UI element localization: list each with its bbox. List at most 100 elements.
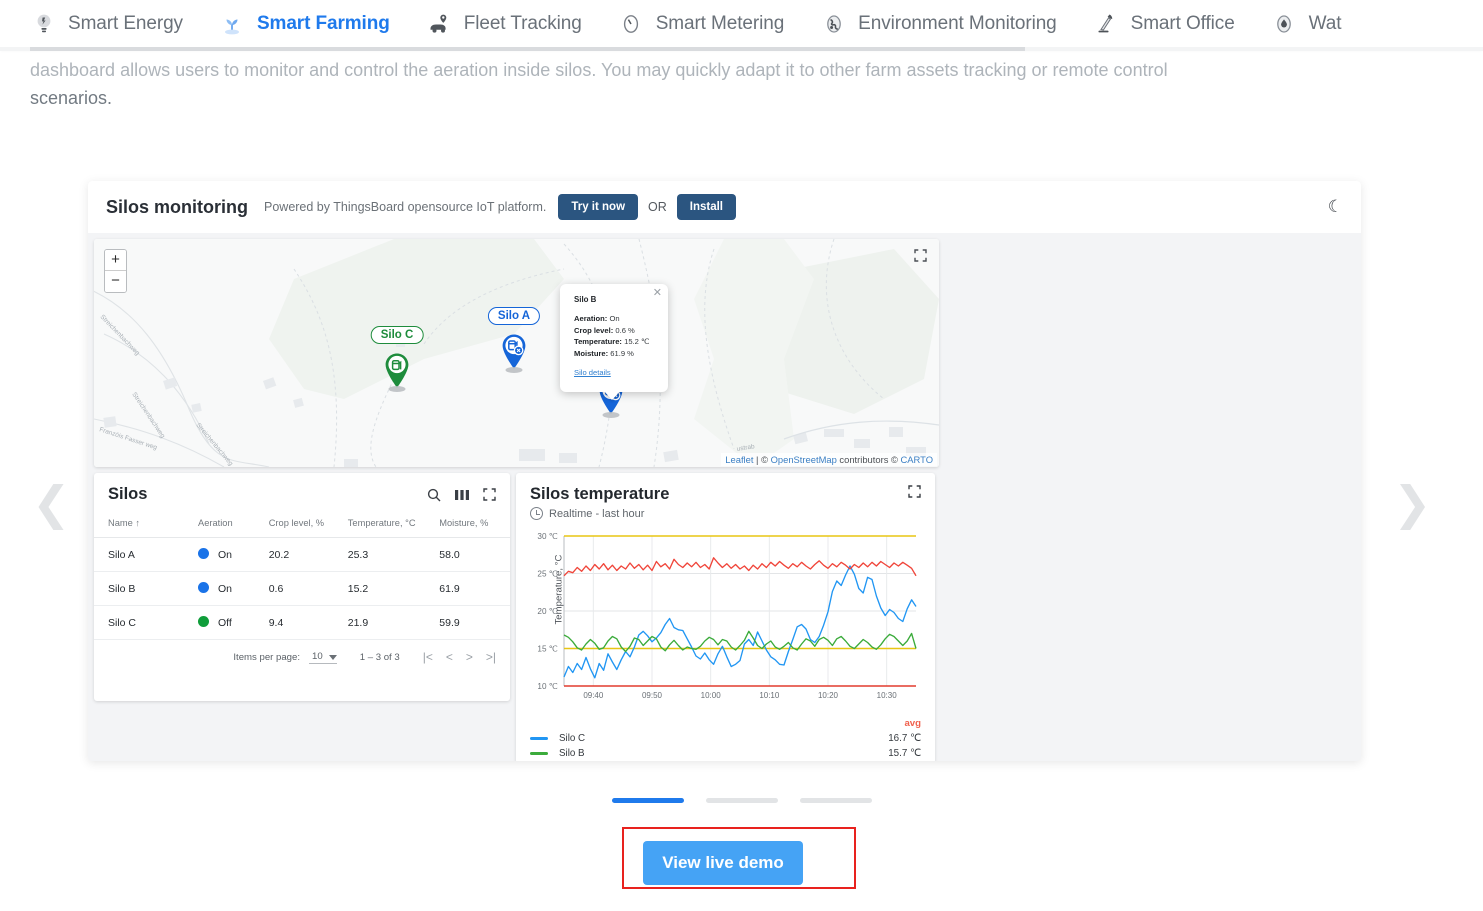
chevron-left-icon[interactable]: ❮ bbox=[32, 478, 71, 530]
map-zoom-out-button[interactable]: − bbox=[105, 271, 126, 292]
close-icon[interactable]: ✕ bbox=[653, 286, 662, 299]
carousel-dot-1[interactable] bbox=[611, 798, 684, 803]
nav-item-fleet-tracking[interactable]: Fleet Tracking bbox=[426, 11, 582, 38]
cell-crop-level: 9.4 bbox=[268, 605, 348, 640]
search-icon[interactable] bbox=[427, 488, 441, 502]
legend-item[interactable]: Silo C 16.7 ℃ bbox=[530, 731, 921, 746]
map-widget[interactable]: Streichenbachweg Streichenbachweg Streic… bbox=[94, 239, 939, 467]
nav-item-smart-metering[interactable]: Smart Metering bbox=[618, 11, 784, 38]
items-per-page-label: Items per page: bbox=[233, 651, 301, 663]
cell-aeration: On bbox=[198, 537, 269, 572]
map-zoom-in-button[interactable]: + bbox=[105, 250, 126, 271]
silo-details-link[interactable]: Silo details bbox=[574, 368, 611, 377]
svg-text:15 ℃: 15 ℃ bbox=[537, 645, 558, 654]
fullscreen-icon[interactable] bbox=[483, 487, 496, 502]
svg-text:10:10: 10:10 bbox=[759, 691, 780, 700]
page-root: Smart Energy Smart Farming Fleet Trackin… bbox=[0, 0, 1483, 911]
map-marker-silo-a[interactable]: Silo A bbox=[487, 307, 541, 373]
silo-pin-icon bbox=[382, 352, 412, 392]
chart-title: Silos temperature bbox=[530, 485, 670, 503]
dashboard-header: Silos monitoring Powered by ThingsBoard … bbox=[88, 181, 1361, 233]
popup-key: Aeration: bbox=[574, 314, 608, 323]
silos-col-name[interactable]: Name ↑ bbox=[94, 518, 198, 538]
clock-icon bbox=[530, 507, 543, 520]
map-marker-label: Silo A bbox=[487, 307, 541, 325]
carousel-dot-3[interactable] bbox=[799, 798, 872, 803]
map-popup-silo-b[interactable]: ✕ Silo B Aeration: On Crop level: 0.6 % … bbox=[560, 284, 668, 401]
table-row[interactable]: Silo C Off 9.4 21.9 59.9 bbox=[94, 605, 510, 640]
globe-icon bbox=[820, 11, 847, 38]
columns-icon[interactable] bbox=[455, 488, 469, 502]
carousel-dots bbox=[0, 798, 1483, 803]
top-navigation-bar: Smart Energy Smart Farming Fleet Trackin… bbox=[0, 0, 1483, 48]
sprout-icon bbox=[219, 11, 246, 38]
legend-avg-value: 16.7 ℃ bbox=[888, 733, 921, 744]
aeration-status-dot bbox=[198, 548, 209, 559]
silo-pin-icon bbox=[499, 333, 529, 373]
map-zoom-controls[interactable]: + − bbox=[104, 249, 127, 293]
aeration-label: On bbox=[218, 583, 233, 595]
horizontal-scroll-thumb[interactable] bbox=[30, 47, 1025, 51]
aeration-label: Off bbox=[218, 617, 232, 629]
powered-by-text: Powered by ThingsBoard opensource IoT pl… bbox=[264, 200, 547, 214]
map-attribution: Leaflet | © OpenStreetMap contributors ©… bbox=[721, 453, 937, 466]
first-page-button[interactable]: |< bbox=[421, 650, 435, 664]
moon-icon[interactable]: ☾ bbox=[1328, 197, 1343, 217]
svg-text:09:40: 09:40 bbox=[583, 691, 604, 700]
silos-temperature-chart-widget: Silos temperature Realtime - last hour T… bbox=[516, 473, 935, 761]
table-row[interactable]: Silo A On 20.2 25.3 58.0 bbox=[94, 537, 510, 572]
dashboard-body: Streichenbachweg Streichenbachweg Streic… bbox=[88, 233, 1361, 761]
view-live-demo-button[interactable]: View live demo bbox=[643, 841, 803, 885]
nav-item-label: Smart Office bbox=[1130, 13, 1235, 34]
temperature-plot-area: Temperature, °C 10 ℃ 15 ℃ 20 ℃ 25 ℃ 30 ℃ 09:4… bbox=[530, 530, 921, 708]
map-canvas[interactable]: Streichenbachweg Streichenbachweg Streic… bbox=[94, 239, 939, 467]
popup-value: 0.6 % bbox=[615, 325, 635, 335]
popup-value: 61.9 % bbox=[610, 348, 634, 358]
chevron-right-icon[interactable]: ❯ bbox=[1393, 478, 1432, 530]
map-fullscreen-icon[interactable] bbox=[914, 249, 927, 267]
nav-item-water-metering[interactable]: Wat bbox=[1271, 11, 1342, 38]
popup-row-temperature: Temperature: 15.2 ℃ bbox=[574, 336, 654, 348]
chevron-down-icon bbox=[328, 654, 337, 660]
try-it-now-button[interactable]: Try it now bbox=[558, 194, 639, 220]
carto-link[interactable]: CARTO bbox=[901, 454, 933, 465]
dashboard-preview-card: Silos monitoring Powered by ThingsBoard … bbox=[88, 181, 1361, 761]
svg-text:09:50: 09:50 bbox=[642, 691, 663, 700]
legend-item[interactable]: Silo B 15.7 ℃ bbox=[530, 746, 921, 761]
attrib-contributors: contributors © bbox=[836, 454, 901, 465]
items-per-page-select[interactable]: 10 bbox=[309, 651, 337, 664]
popup-tip bbox=[604, 391, 620, 401]
silos-table-head: Name ↑ Aeration Crop level, % Temperatur… bbox=[94, 518, 510, 538]
next-page-button[interactable]: > bbox=[464, 650, 475, 664]
cell-crop-level: 20.2 bbox=[268, 537, 348, 572]
silos-col-crop-level[interactable]: Crop level, % bbox=[268, 518, 348, 538]
nav-item-environment-monitoring[interactable]: Environment Monitoring bbox=[820, 11, 1057, 38]
last-page-button[interactable]: >| bbox=[484, 650, 498, 664]
svg-text:30 ℃: 30 ℃ bbox=[537, 532, 558, 541]
chart-timewindow[interactable]: Realtime - last hour bbox=[530, 507, 669, 520]
map-marker-silo-c[interactable]: Silo C bbox=[370, 326, 424, 392]
y-axis-label: Temperature, °C bbox=[553, 554, 565, 625]
nav-item-smart-energy[interactable]: Smart Energy bbox=[30, 11, 183, 38]
previous-page-button[interactable]: < bbox=[444, 650, 455, 664]
column-label: Name bbox=[108, 518, 133, 528]
silos-col-moisture[interactable]: Moisture, % bbox=[439, 518, 510, 538]
cell-moisture: 59.9 bbox=[439, 605, 510, 640]
openstreetmap-link[interactable]: OpenStreetMap bbox=[771, 454, 837, 465]
map-marker-label: Silo C bbox=[370, 326, 424, 344]
silos-col-temperature[interactable]: Temperature, °C bbox=[347, 518, 440, 538]
silos-col-aeration[interactable]: Aeration bbox=[198, 518, 269, 538]
install-button[interactable]: Install bbox=[676, 194, 736, 220]
cell-crop-level: 0.6 bbox=[268, 571, 348, 606]
table-row[interactable]: Silo B On 0.6 15.2 61.9 bbox=[94, 571, 510, 606]
popup-value: 15.2 ℃ bbox=[624, 337, 650, 347]
nav-item-smart-farming[interactable]: Smart Farming bbox=[219, 11, 390, 38]
cell-aeration: Off bbox=[198, 605, 269, 640]
carousel-dot-2[interactable] bbox=[705, 798, 778, 803]
fullscreen-icon[interactable] bbox=[908, 485, 921, 503]
leaflet-link[interactable]: Leaflet bbox=[725, 454, 753, 465]
items-per-page-value: 10 bbox=[312, 650, 323, 662]
description-line-1: dashboard allows users to monitor and co… bbox=[30, 60, 1168, 80]
legend-label: Silo B bbox=[559, 748, 585, 759]
nav-item-smart-office[interactable]: Smart Office bbox=[1093, 11, 1235, 38]
